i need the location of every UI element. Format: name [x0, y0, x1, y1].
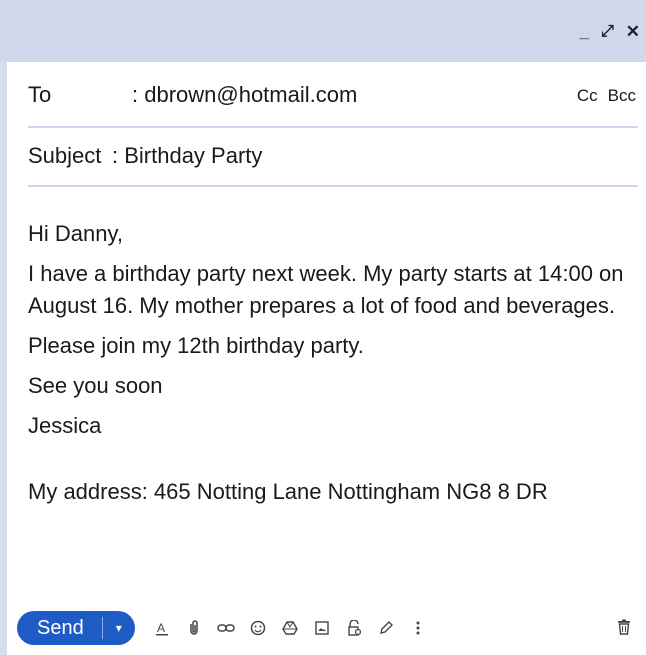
body-paragraph: Please join my 12th birthday party. — [28, 333, 364, 358]
address-line: My address: 465 Notting Lane Nottingham … — [28, 479, 548, 504]
signature: Jessica — [28, 413, 102, 438]
send-button-group: Send ▾ — [17, 611, 135, 645]
more-icon[interactable] — [409, 619, 427, 637]
title-bar: _ ⤢ ✕ — [0, 0, 646, 62]
send-button[interactable]: Send — [17, 617, 102, 640]
cc-bcc-links: Cc Bcc — [577, 86, 636, 106]
close-icon[interactable]: ✕ — [626, 22, 640, 42]
closing: See you soon — [28, 373, 163, 398]
minimize-icon[interactable]: _ — [579, 22, 588, 42]
divider — [28, 185, 638, 187]
send-options-icon[interactable]: ▾ — [103, 621, 135, 635]
subject-field[interactable]: : Birthday Party — [112, 143, 262, 169]
trash-icon[interactable] — [617, 619, 633, 637]
formatting-tools: A — [153, 619, 427, 637]
body-paragraph: I have a birthday party next week. My pa… — [28, 261, 624, 318]
left-border — [0, 62, 7, 655]
divider — [28, 126, 638, 128]
greeting: Hi Danny, — [28, 221, 123, 246]
compose-toolbar: Send ▾ A — [17, 610, 637, 646]
lock-icon[interactable] — [345, 619, 363, 637]
window-controls: _ ⤢ ✕ — [579, 22, 640, 42]
message-body[interactable]: Hi Danny, I have a birthday party next w… — [28, 218, 638, 516]
pen-icon[interactable] — [377, 619, 395, 637]
cc-link[interactable]: Cc — [577, 86, 598, 106]
text-format-icon[interactable]: A — [153, 619, 171, 637]
link-icon[interactable] — [216, 619, 235, 637]
svg-text:A: A — [157, 621, 165, 635]
compose-window: _ ⤢ ✕ To : dbrown@hotmail.com Cc Bcc Sub… — [0, 0, 646, 655]
to-label: To — [28, 82, 52, 107]
image-icon[interactable] — [313, 619, 331, 637]
subject-label: Subject — [28, 143, 102, 168]
drive-icon[interactable] — [281, 619, 299, 637]
bcc-link[interactable]: Bcc — [608, 86, 636, 106]
to-field[interactable]: : dbrown@hotmail.com — [132, 82, 357, 108]
emoji-icon[interactable] — [249, 619, 267, 637]
attach-icon[interactable] — [185, 619, 203, 637]
expand-icon[interactable]: ⤢ — [601, 22, 614, 42]
